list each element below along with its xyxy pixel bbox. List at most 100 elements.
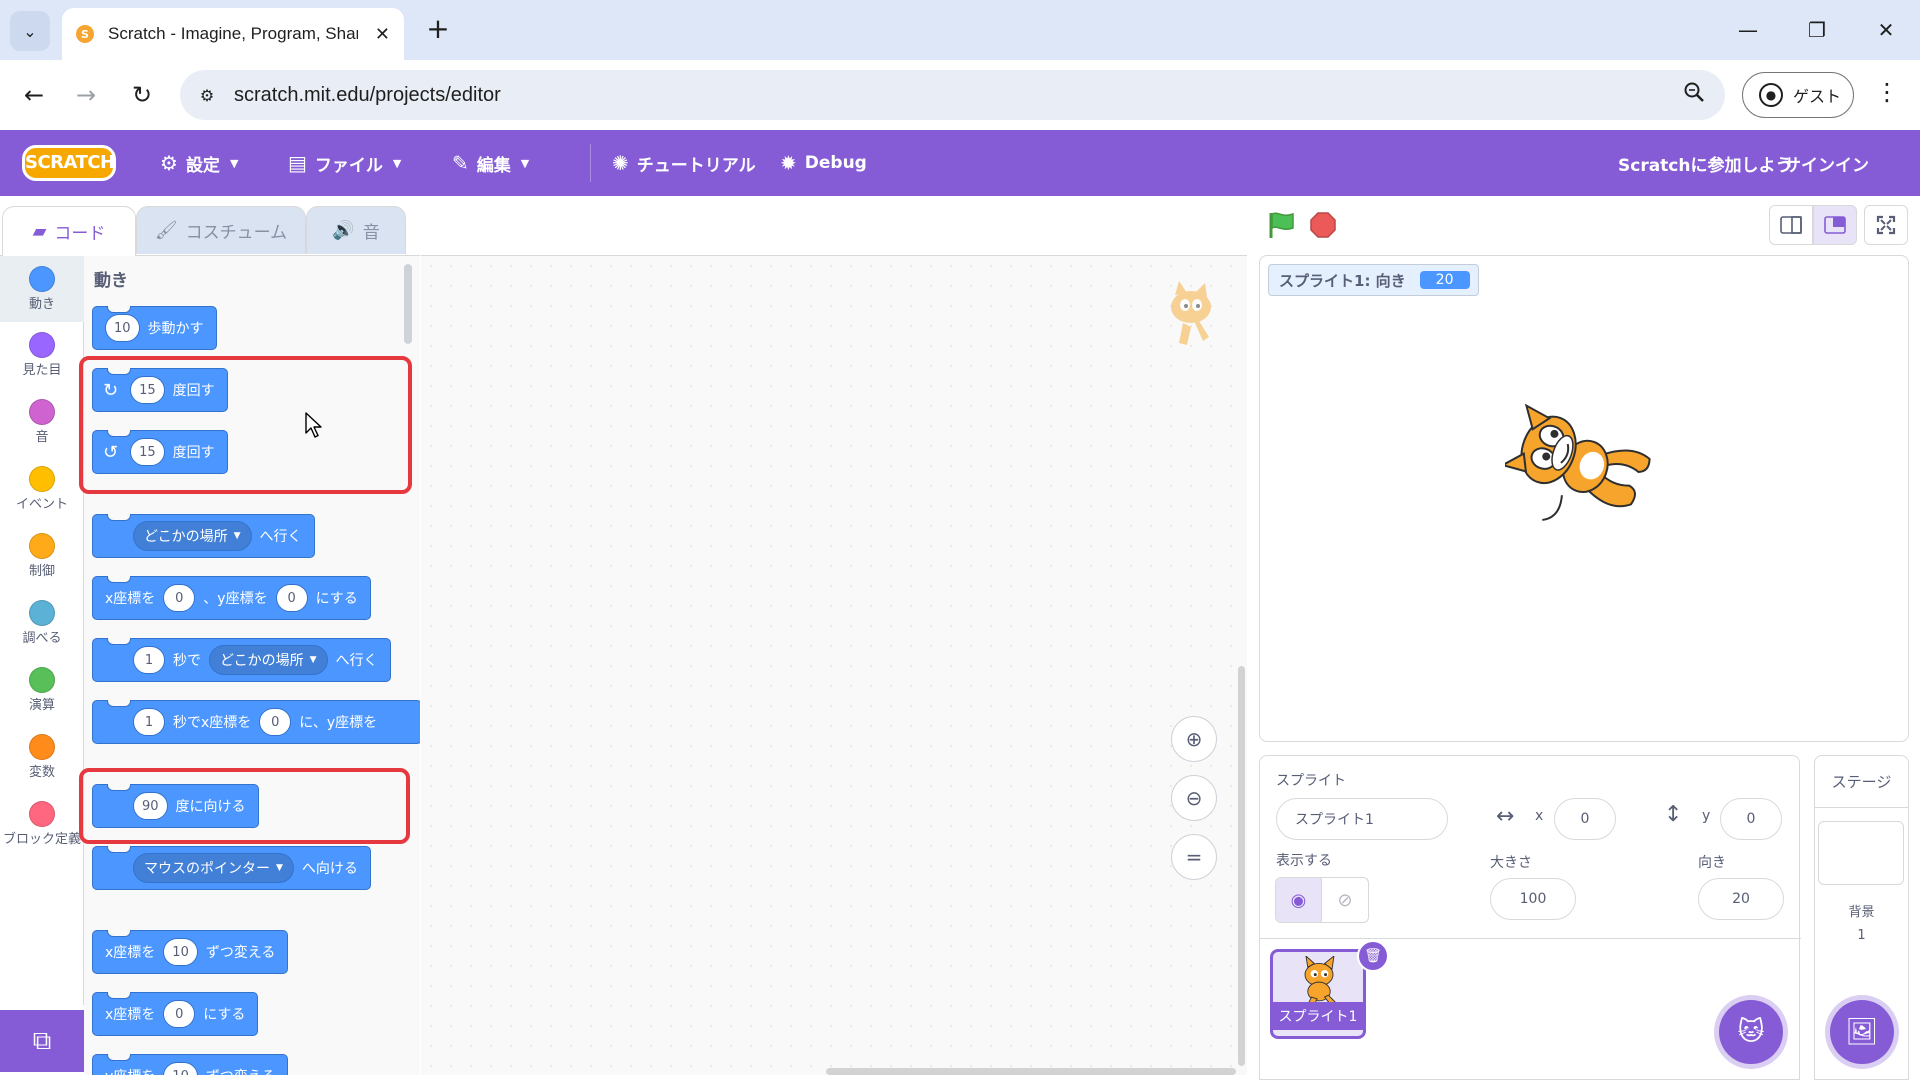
size-input[interactable]: 100 — [1490, 878, 1576, 920]
edit-menu[interactable]: ✎ 編集 ▼ — [452, 130, 529, 196]
profile-button[interactable]: ● ゲスト — [1742, 72, 1854, 118]
category-motion[interactable]: 動き — [0, 256, 84, 322]
category-label: 音 — [35, 430, 49, 445]
category-events[interactable]: イベント — [0, 466, 84, 513]
block-change-x[interactable]: x座標を 10 ずつ変える — [92, 930, 289, 974]
normal-stage-button[interactable] — [1813, 205, 1857, 245]
zoom-out-button[interactable]: ⊖ — [1171, 775, 1217, 821]
settings-menu[interactable]: ⚙ 設定 ▼ — [160, 130, 238, 196]
zoom-icon[interactable] — [1683, 81, 1705, 109]
block-set-x[interactable]: x座標を 0 にする — [92, 992, 259, 1036]
block-input[interactable]: 0 — [163, 1000, 196, 1028]
sprite-cat[interactable] — [1499, 391, 1665, 531]
hide-eye-icon[interactable]: ⊘ — [1322, 878, 1368, 922]
tab-code[interactable]: ▰ コード — [2, 206, 136, 256]
block-input[interactable]: 0 — [163, 584, 196, 612]
fullscreen-button[interactable] — [1864, 205, 1908, 245]
block-input[interactable]: 0 — [259, 708, 292, 736]
direction-input[interactable]: 20 — [1698, 878, 1784, 920]
block-text: y座標を — [105, 1066, 155, 1075]
scratch-logo[interactable]: SCRATCH — [22, 145, 116, 181]
sprite-thumbnail[interactable]: スプライト1 🗑 — [1270, 940, 1389, 1039]
pencil-icon: ✎ — [452, 151, 469, 175]
x-input[interactable]: 0 — [1554, 798, 1616, 840]
sprite-name-input[interactable]: スプライト1 — [1276, 798, 1448, 840]
add-extension-button[interactable]: ⧉ — [0, 1010, 84, 1072]
scratch-menu-bar: SCRATCH ⚙ 設定 ▼ ▤ ファイル ▼ ✎ 編集 ▼ ✺ チュートリアル… — [0, 130, 1920, 196]
block-category-menu: 動き 見た目 音 イベント 制御 調べる 演算 変数 ブロック定義 — [0, 255, 84, 1005]
delete-sprite-button[interactable]: 🗑 — [1357, 940, 1389, 972]
minimize-icon[interactable]: — — [1728, 12, 1768, 48]
address-bar[interactable]: ⚙ scratch.mit.edu/projects/editor — [180, 70, 1725, 120]
palette-scrollbar[interactable] — [404, 264, 412, 344]
block-dropdown[interactable]: どこかの場所 ▼ — [209, 645, 328, 675]
block-glide-to-xy[interactable]: 1 秒でx座標を 0 に、y座標を — [92, 700, 420, 744]
category-sound[interactable]: 音 — [0, 399, 84, 446]
category-looks[interactable]: 見た目 — [0, 332, 84, 379]
show-eye-icon[interactable]: ◉ — [1276, 878, 1323, 922]
browser-tab[interactable]: S Scratch - Imagine, Program, Share ✕ — [62, 8, 404, 60]
block-input[interactable]: 1 — [133, 646, 165, 674]
fullscreen-icon — [1876, 215, 1896, 235]
workspace-vertical-scrollbar[interactable] — [1238, 666, 1245, 1066]
category-operators[interactable]: 演算 — [0, 667, 84, 714]
join-scratch-link[interactable]: Scratchに参加しよう — [1618, 130, 1792, 196]
block-point-towards[interactable]: マウスのポインター ▼ へ向ける — [92, 846, 371, 890]
block-dropdown[interactable]: どこかの場所 ▼ — [133, 521, 252, 551]
tutorials-button[interactable]: ✺ チュートリアル — [612, 130, 756, 196]
stage-selector[interactable]: ステージ 背景 1 🖼 — [1814, 755, 1909, 1080]
sign-in-link[interactable]: サインイン — [1784, 130, 1869, 196]
stage-canvas[interactable]: スプライト1: 向き 20 — [1259, 255, 1909, 742]
new-tab-button[interactable]: + — [422, 14, 454, 46]
debug-button[interactable]: ✹ Debug — [780, 130, 867, 196]
forward-arrow-icon[interactable]: → — [68, 77, 104, 113]
url-text[interactable]: scratch.mit.edu/projects/editor — [234, 84, 501, 107]
green-flag-icon[interactable] — [1266, 210, 1296, 240]
y-input[interactable]: 0 — [1720, 798, 1782, 840]
category-variables[interactable]: 変数 — [0, 734, 84, 781]
block-glide-to[interactable]: 1 秒で どこかの場所 ▼ へ行く — [92, 638, 391, 682]
tab-search-button[interactable]: ⌄ — [10, 11, 50, 51]
restore-icon[interactable]: ❐ — [1797, 12, 1837, 48]
block-input[interactable]: 10 — [163, 1062, 198, 1075]
block-text: 秒でx座標を — [173, 715, 252, 731]
block-go-to-xy[interactable]: x座標を 0 、y座標を 0 にする — [92, 576, 371, 620]
zoom-reset-button[interactable]: = — [1171, 834, 1217, 880]
reload-icon[interactable]: ↻ — [124, 77, 160, 113]
choose-backdrop-button[interactable]: 🖼 — [1830, 1000, 1894, 1064]
block-input[interactable]: 0 — [275, 584, 308, 612]
block-dropdown[interactable]: マウスのポインター ▼ — [133, 853, 294, 883]
category-control[interactable]: 制御 — [0, 533, 84, 580]
zoom-in-button[interactable]: ⊕ — [1171, 716, 1217, 762]
category-dot — [29, 399, 55, 425]
tab-sounds[interactable]: 🔊 音 — [306, 206, 406, 254]
more-menu-icon[interactable]: ⋮ — [1872, 78, 1902, 106]
block-change-y[interactable]: y座標を 10 ずつ変える — [92, 1054, 289, 1075]
variable-monitor[interactable]: スプライト1: 向き 20 — [1268, 264, 1479, 296]
tab-costumes[interactable]: 🖌 コスチューム — [136, 206, 306, 254]
category-label: 演算 — [28, 698, 55, 713]
stage-thumbnail[interactable] — [1818, 821, 1904, 885]
stop-sign-icon[interactable] — [1310, 212, 1336, 238]
site-info-icon[interactable]: ⚙ — [190, 78, 224, 112]
block-go-to[interactable]: どこかの場所 ▼ へ行く — [92, 514, 315, 558]
block-text: にする — [203, 1007, 246, 1023]
tab-close-icon[interactable]: ✕ — [375, 24, 390, 45]
category-my-blocks[interactable]: ブロック定義 — [0, 801, 84, 848]
category-sensing[interactable]: 調べる — [0, 600, 84, 647]
block-input[interactable]: 10 — [163, 938, 198, 966]
trash-icon: 🗑 — [1364, 948, 1382, 964]
workspace-horizontal-scrollbar[interactable] — [826, 1068, 1236, 1075]
small-stage-button[interactable] — [1769, 205, 1813, 245]
category-label: 見た目 — [22, 363, 62, 378]
back-arrow-icon[interactable]: ← — [16, 77, 52, 113]
block-input[interactable]: 1 — [133, 708, 165, 736]
block-input[interactable]: 10 — [105, 314, 140, 342]
block-move-steps[interactable]: 10 歩動かす — [92, 306, 217, 350]
window-close-icon[interactable]: ✕ — [1866, 12, 1906, 48]
choose-sprite-button[interactable]: 🐱 — [1719, 1000, 1783, 1064]
code-workspace[interactable]: ⊕ ⊖ = — [421, 255, 1247, 1075]
file-menu[interactable]: ▤ ファイル ▼ — [288, 130, 401, 196]
caret-down-icon: ▼ — [520, 156, 530, 170]
sprite-watermark-icon — [1159, 281, 1219, 351]
